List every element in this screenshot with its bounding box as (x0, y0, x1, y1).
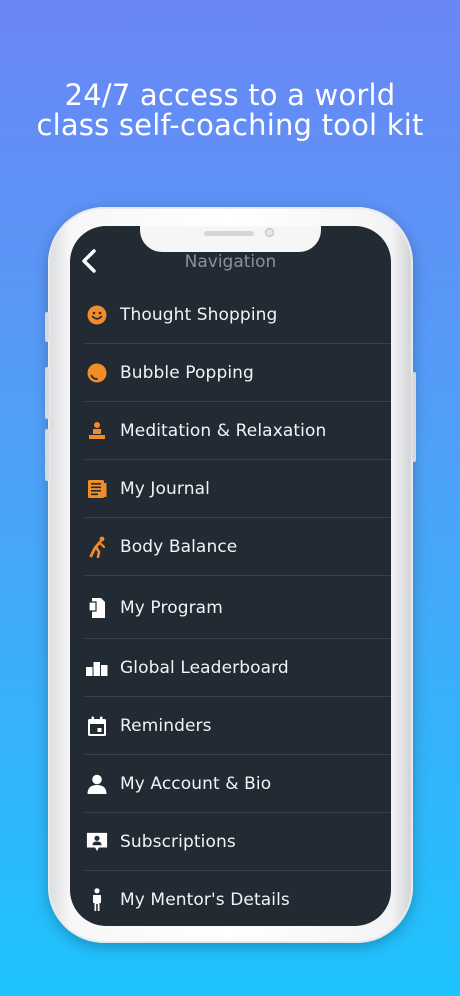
menu-item-label: Thought Shopping (120, 305, 278, 325)
meditation-icon (86, 420, 108, 442)
menu-item-label: Reminders (120, 716, 212, 736)
speaker-grille (204, 231, 254, 236)
body-balance-icon (86, 536, 108, 558)
menu-item-subscriptions[interactable]: Subscriptions (70, 813, 391, 871)
user-icon (86, 773, 108, 795)
menu-item-label: My Program (120, 597, 223, 618)
phone-volume-down (45, 429, 49, 481)
phone-power-button (412, 372, 416, 462)
journal-icon (86, 478, 108, 500)
menu-item-label: Bubble Popping (120, 363, 254, 383)
app-screen: Navigation Thought Shopping Bubble Poppi… (70, 226, 391, 926)
menu-item-label: My Mentor's Details (120, 890, 290, 910)
menu-item-mentor-details[interactable]: My Mentor's Details (70, 871, 391, 926)
phone-notch (140, 226, 321, 252)
menu-item-meditation[interactable]: Meditation & Relaxation (70, 402, 391, 460)
menu-item-my-journal[interactable]: My Journal (70, 460, 391, 518)
subscription-badge-icon (86, 831, 108, 853)
menu-item-thought-shopping[interactable]: Thought Shopping (70, 286, 391, 344)
menu-item-label: Subscriptions (120, 832, 236, 852)
bubble-icon (86, 362, 108, 384)
navigation-title: Navigation (184, 252, 277, 272)
smiley-icon (86, 304, 108, 326)
menu-item-my-account[interactable]: My Account & Bio (70, 755, 391, 813)
menu-item-label: Global Leaderboard (120, 658, 289, 678)
front-camera (265, 228, 274, 237)
menu-item-label: Body Balance (120, 537, 238, 557)
headline-line-1: 24/7 access to a world (64, 78, 396, 112)
calendar-icon (86, 715, 108, 737)
phone-volume-up (45, 367, 49, 419)
menu-item-label: Meditation & Relaxation (120, 421, 327, 441)
program-document-icon (86, 597, 108, 619)
navigation-menu: Thought Shopping Bubble Popping Meditati… (70, 286, 391, 926)
leaderboard-icon (86, 657, 108, 679)
menu-item-my-program[interactable]: My Program (70, 576, 391, 639)
menu-item-bubble-popping[interactable]: Bubble Popping (70, 344, 391, 402)
menu-item-global-leaderboard[interactable]: Global Leaderboard (70, 639, 391, 697)
menu-item-label: My Account & Bio (120, 774, 272, 794)
menu-item-label: My Journal (120, 479, 210, 499)
promo-headline: 24/7 access to a world class self-coachi… (0, 80, 460, 140)
menu-item-reminders[interactable]: Reminders (70, 697, 391, 755)
menu-item-body-balance[interactable]: Body Balance (70, 518, 391, 576)
headline-line-2: class self-coaching tool kit (36, 108, 424, 142)
mentor-icon (86, 888, 108, 911)
phone-silent-switch (45, 312, 49, 342)
